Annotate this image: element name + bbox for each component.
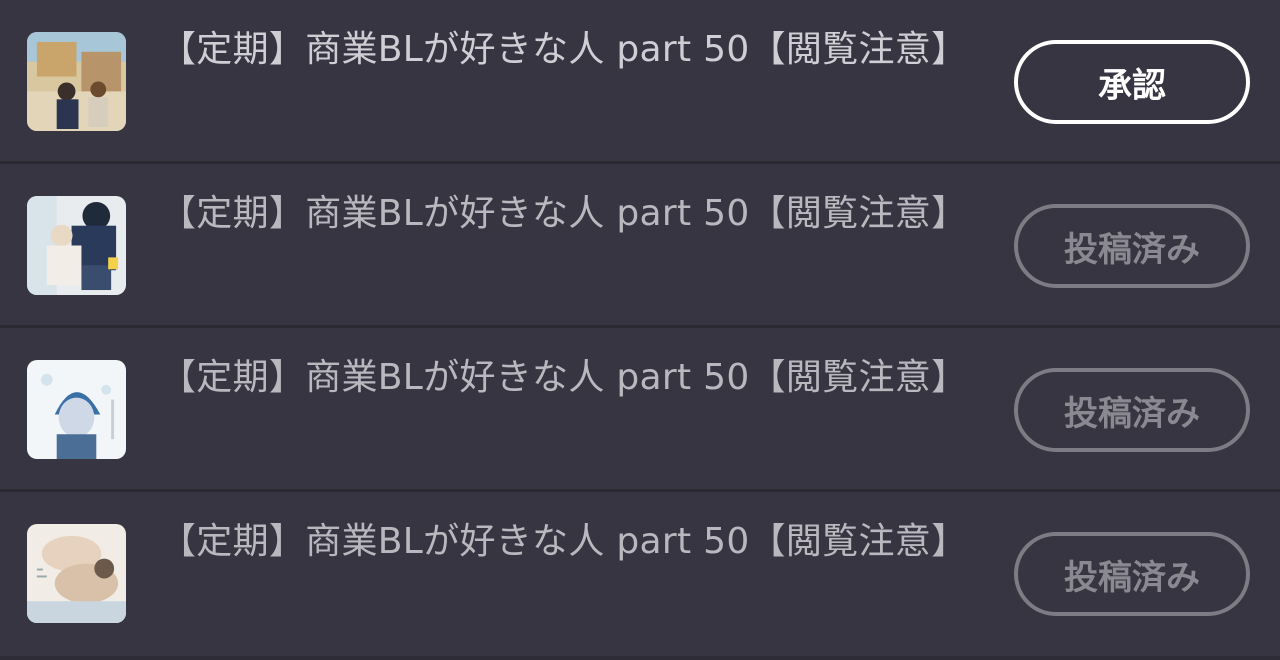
- list-item[interactable]: 【定期】商業BLが好きな人 part 50【閲覧注意】 投稿済み: [0, 328, 1280, 492]
- thread-title: 【定期】商業BLが好きな人 part 50【閲覧注意】: [160, 29, 968, 70]
- thread-title: 【定期】商業BLが好きな人 part 50【閲覧注意】: [160, 193, 968, 234]
- thumbnail-image: [27, 32, 126, 131]
- thumbnail-image: [27, 360, 126, 459]
- list-item[interactable]: 【定期】商業BLが好きな人 part 50【閲覧注意】 承認: [0, 0, 1280, 164]
- thread-title: 【定期】商業BLが好きな人 part 50【閲覧注意】: [160, 521, 968, 562]
- thumbnail-image: [27, 196, 126, 295]
- thumbnail-image: [27, 524, 126, 623]
- approve-button[interactable]: 承認: [1014, 40, 1250, 124]
- posted-button[interactable]: 投稿済み: [1014, 532, 1250, 616]
- list-item[interactable]: 【定期】商業BLが好きな人 part 50【閲覧注意】 投稿済み: [0, 164, 1280, 328]
- posted-button[interactable]: 投稿済み: [1014, 204, 1250, 288]
- thread-title: 【定期】商業BLが好きな人 part 50【閲覧注意】: [160, 357, 968, 398]
- thread-list: 【定期】商業BLが好きな人 part 50【閲覧注意】 承認 【定期】商業BLが…: [0, 0, 1280, 660]
- list-item[interactable]: 【定期】商業BLが好きな人 part 50【閲覧注意】 投稿済み: [0, 492, 1280, 656]
- posted-button[interactable]: 投稿済み: [1014, 368, 1250, 452]
